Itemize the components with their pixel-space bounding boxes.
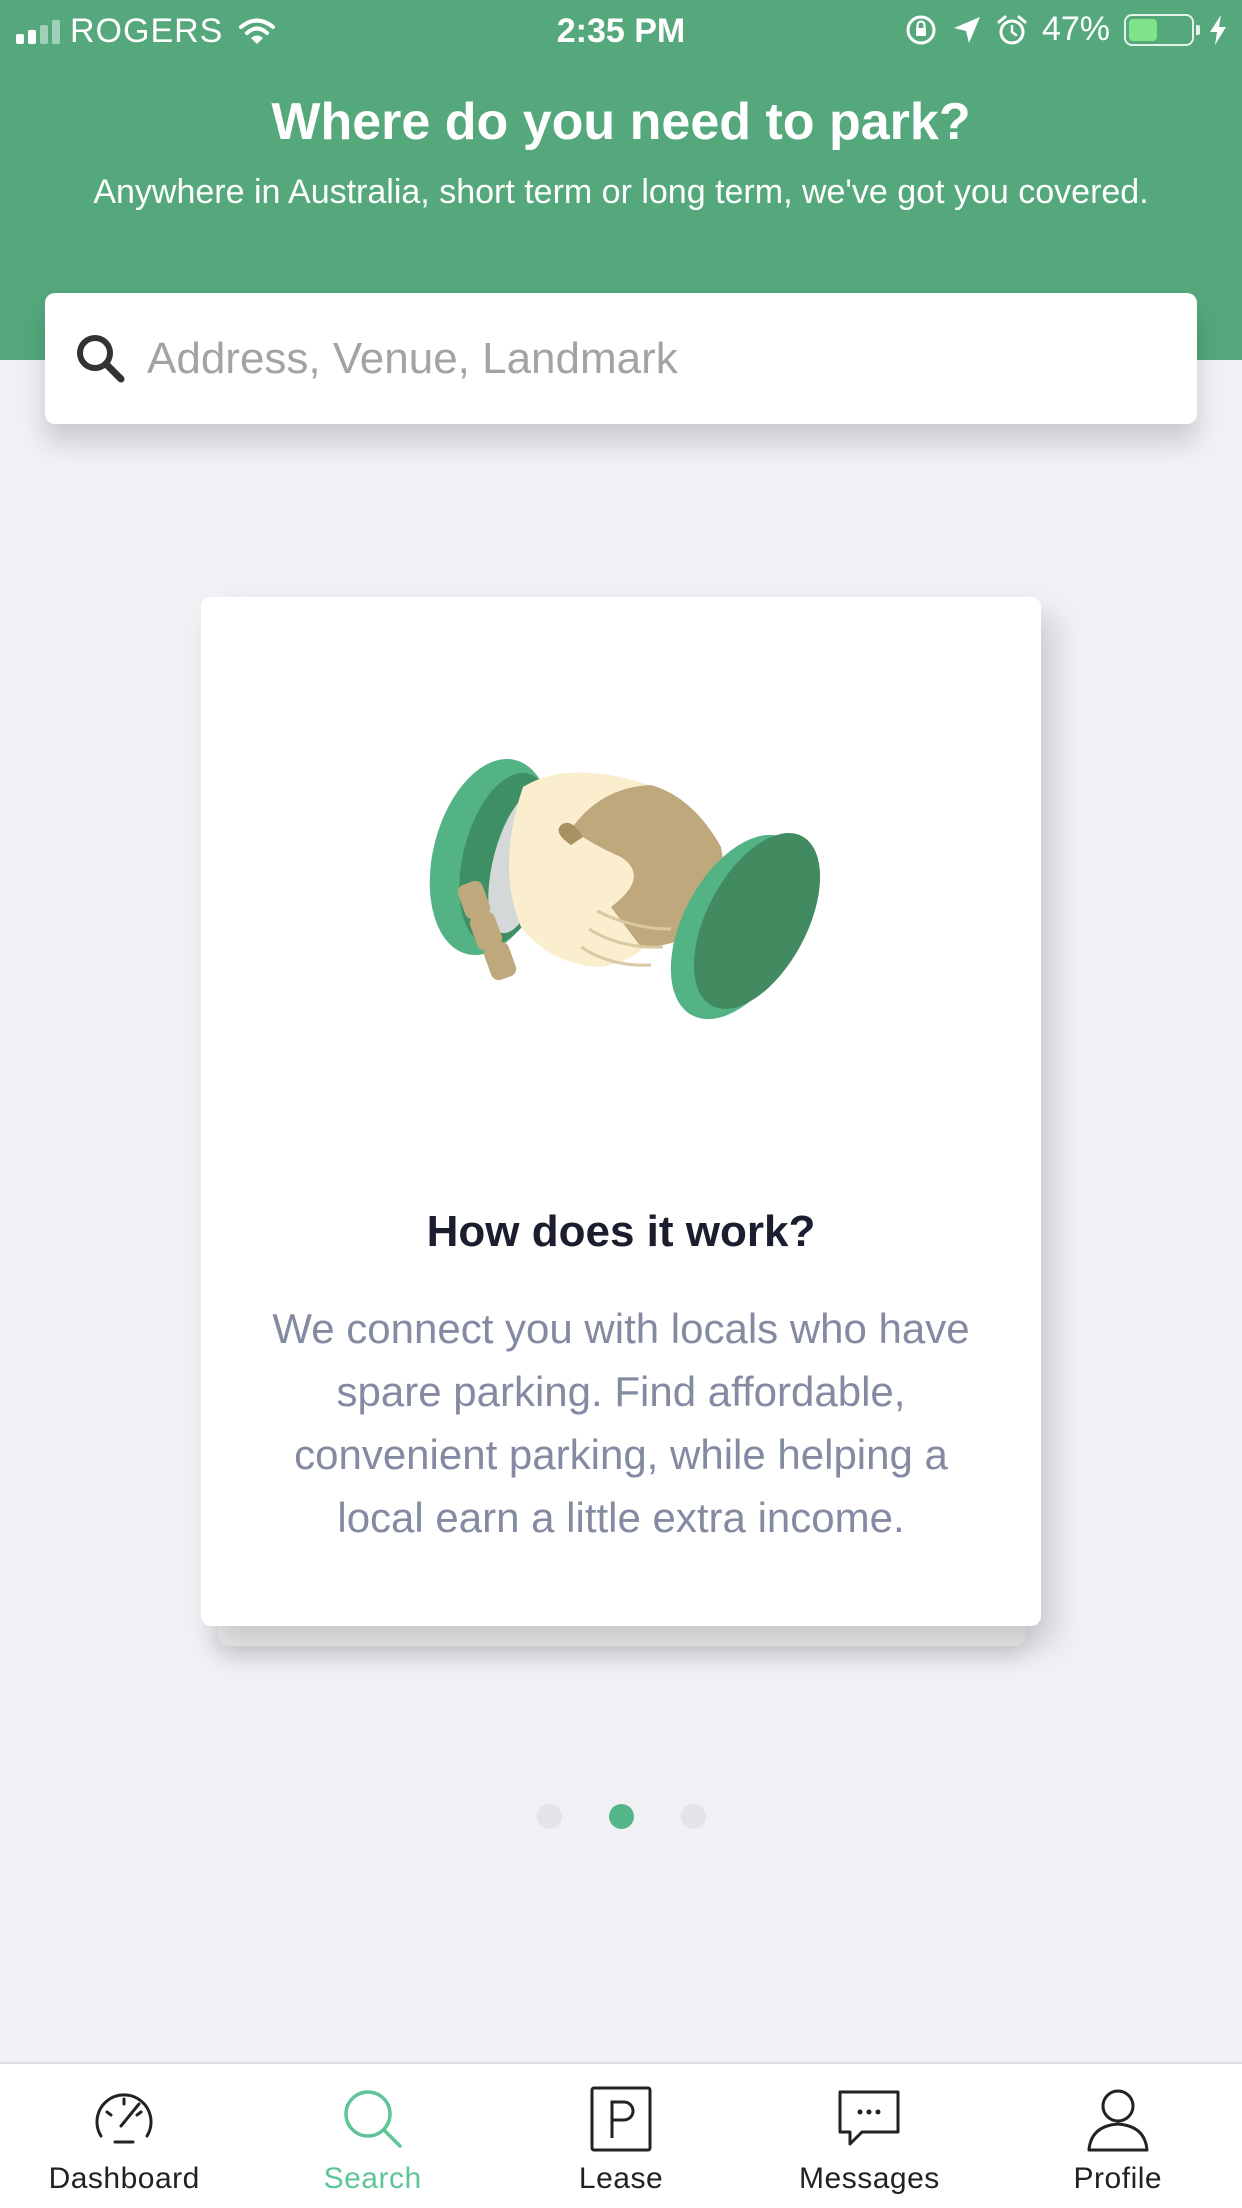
tab-bar: Dashboard Search Lease Messages Profile [0, 2062, 1242, 2208]
person-icon [1087, 2089, 1149, 2152]
card-title: How does it work? [426, 1207, 816, 1256]
tab-label-messages: Messages [799, 2162, 940, 2195]
charging-bolt-icon [1210, 14, 1226, 45]
alarm-icon [997, 15, 1027, 44]
location-arrow-icon [953, 16, 980, 43]
pager-dots [0, 1804, 1242, 1829]
orientation-lock-icon [906, 15, 936, 44]
search-icon [77, 334, 125, 382]
tab-label-lease: Lease [578, 2162, 664, 2195]
battery-percent: 47% [1041, 10, 1110, 48]
status-right: 47% [904, 10, 1228, 49]
tab-messages[interactable]: Messages [745, 2064, 993, 2208]
chat-bubble-icon [838, 2090, 900, 2146]
page-subtitle: Anywhere in Australia, short term or lon… [93, 173, 1149, 211]
pager-dot-2[interactable] [608, 1804, 634, 1829]
search-input[interactable] [147, 333, 1147, 384]
parking-icon [590, 2086, 652, 2152]
tab-lease[interactable]: Lease [497, 2064, 745, 2208]
handshake-icon [429, 758, 821, 1020]
speedometer-icon [95, 2093, 153, 2144]
battery-fill [1129, 18, 1158, 41]
search-icon [343, 2090, 402, 2148]
pager-dot-3[interactable] [680, 1804, 706, 1829]
tab-profile[interactable]: Profile [994, 2064, 1242, 2208]
status-bar: ROGERS 2:35 PM 47% [0, 0, 1242, 62]
tab-label-dashboard: Dashboard [48, 2162, 200, 2195]
battery-icon [1124, 13, 1200, 46]
tab-search[interactable]: Search [248, 2064, 496, 2208]
page-title: Where do you need to park? [271, 93, 971, 151]
tab-label-profile: Profile [1073, 2162, 1163, 2195]
pager-dot-1[interactable] [536, 1804, 562, 1829]
tab-label-search: Search [323, 2162, 422, 2195]
tab-dashboard[interactable]: Dashboard [0, 2064, 248, 2208]
onboarding-card[interactable]: How does it work? We connect you with lo… [201, 597, 1041, 1626]
card-description: We connect you with locals who have spar… [272, 1305, 970, 1541]
search-bar[interactable] [45, 293, 1197, 424]
